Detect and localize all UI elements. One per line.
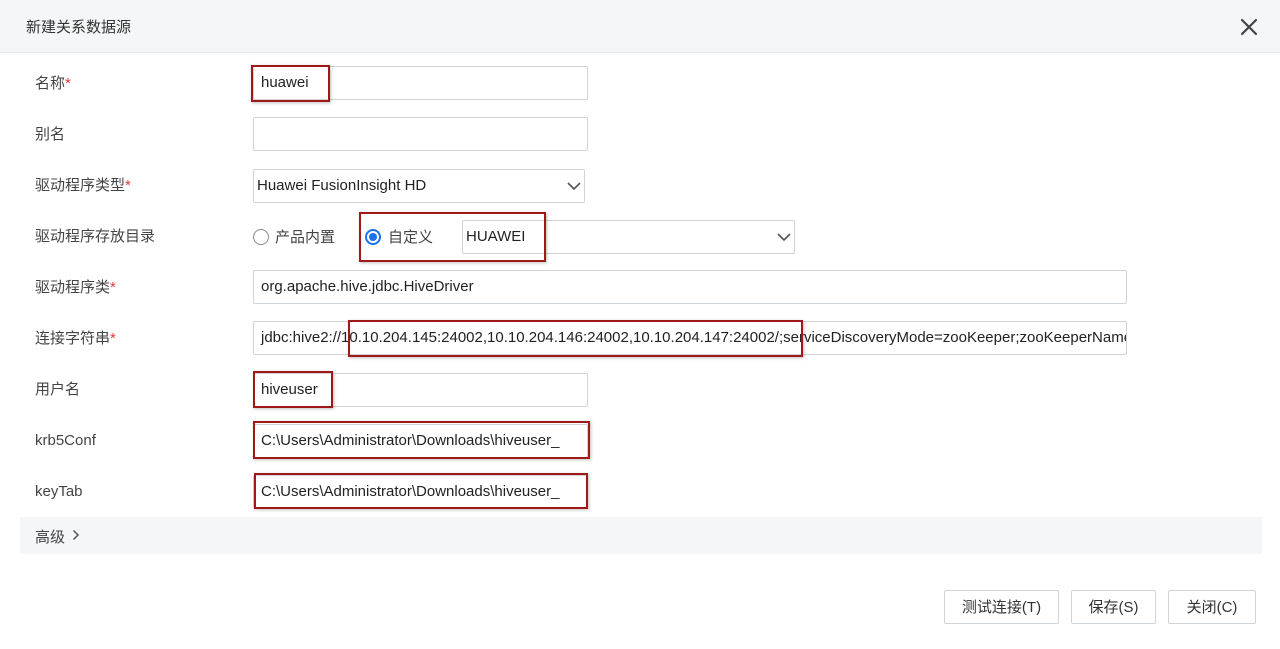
custom-dir-select[interactable]: HUAWEI <box>462 220 795 254</box>
alias-input[interactable] <box>253 117 588 151</box>
driver-type-select[interactable]: Huawei FusionInsight HD <box>253 169 585 203</box>
radio-builtin[interactable] <box>253 229 269 245</box>
connection-string-input[interactable]: jdbc:hive2://10.10.204.145:24002,10.10.2… <box>253 321 1127 355</box>
dialog-titlebar: 新建关系数据源 <box>0 0 1280 53</box>
new-relational-datasource-dialog: 新建关系数据源 名称* huawei 别名 驱动程序类型* Huawei Fus… <box>0 0 1280 649</box>
dialog-title: 新建关系数据源 <box>26 19 132 36</box>
save-button[interactable]: 保存(S) <box>1071 590 1156 624</box>
custom-dir-value: HUAWEI <box>466 228 526 245</box>
alias-label: 别名 <box>35 126 66 143</box>
close-icon[interactable] <box>1237 15 1261 39</box>
radio-custom-label: 自定义 <box>388 229 434 246</box>
driver-class-input[interactable]: org.apache.hive.jdbc.HiveDriver <box>253 270 1127 304</box>
chevron-right-icon <box>72 529 80 541</box>
name-input[interactable]: huawei <box>253 66 588 100</box>
driver-type-label: 驱动程序类型* <box>35 177 131 194</box>
keytab-input[interactable]: C:\Users\Administrator\Downloads\hiveuse… <box>253 475 588 509</box>
advanced-label: 高级 <box>35 529 66 546</box>
chevron-down-icon[interactable] <box>776 229 792 245</box>
driver-type-value: Huawei FusionInsight HD <box>257 177 427 194</box>
close-button[interactable]: 关闭(C) <box>1168 590 1256 624</box>
radio-builtin-label: 产品内置 <box>275 229 336 246</box>
username-label: 用户名 <box>35 381 81 398</box>
radio-custom[interactable] <box>365 229 381 245</box>
name-label: 名称* <box>35 75 71 92</box>
driver-dir-label: 驱动程序存放目录 <box>35 228 156 245</box>
chevron-down-icon[interactable] <box>566 178 582 194</box>
test-connection-button[interactable]: 测试连接(T) <box>944 590 1059 624</box>
advanced-section-toggle[interactable]: 高级 <box>20 517 1262 554</box>
username-input[interactable]: hiveuser <box>253 373 588 407</box>
keytab-label: keyTab <box>35 483 83 500</box>
driver-class-label: 驱动程序类* <box>35 279 116 296</box>
krb5conf-label: krb5Conf <box>35 432 96 449</box>
krb5conf-input[interactable]: C:\Users\Administrator\Downloads\hiveuse… <box>253 424 588 458</box>
connection-string-label: 连接字符串* <box>35 330 116 347</box>
